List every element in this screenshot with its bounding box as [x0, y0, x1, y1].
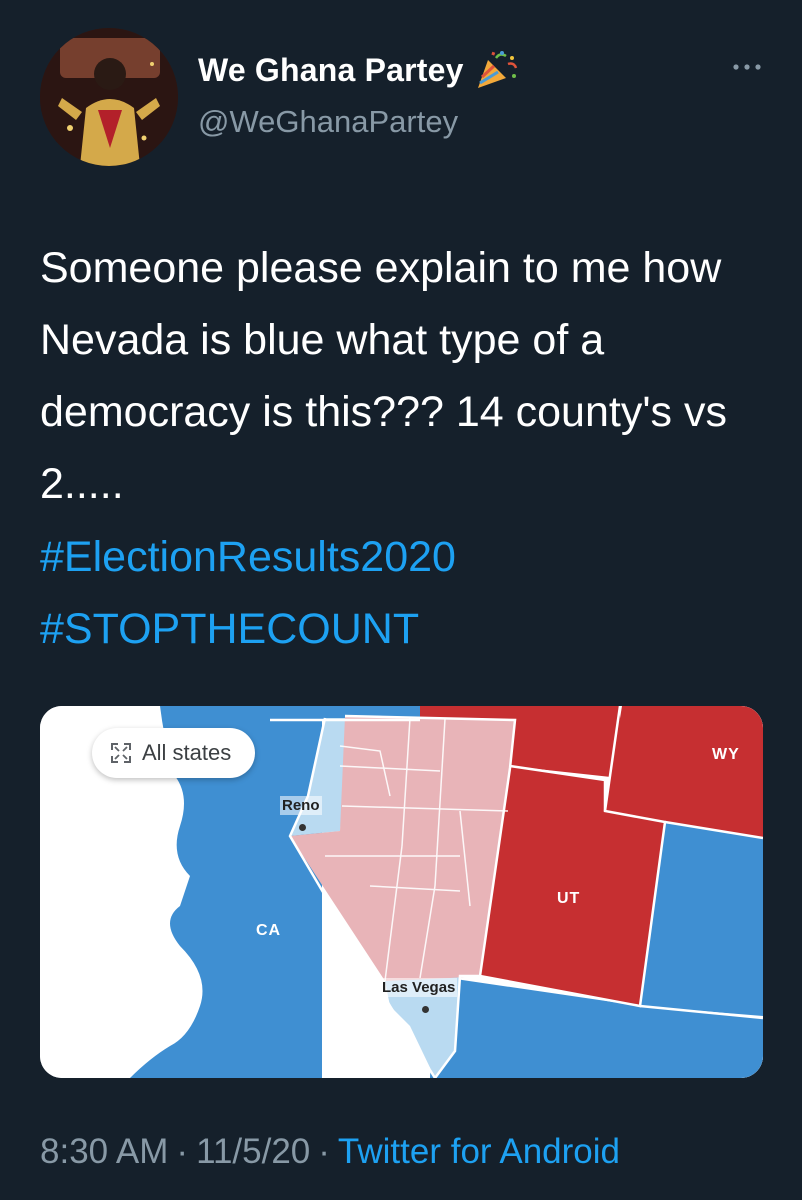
display-name[interactable]: We Ghana Partey [198, 52, 464, 89]
hashtag-link[interactable]: #ElectionResults2020 [40, 521, 456, 593]
las-vegas-dot [422, 1006, 429, 1013]
more-horizontal-icon[interactable] [732, 60, 762, 74]
user-handle[interactable]: @WeGhanaPartey [198, 104, 458, 140]
hashtag-link[interactable]: #STOPTHECOUNT [40, 593, 419, 665]
all-states-label: All states [142, 740, 232, 765]
meta-separator: · [318, 1132, 330, 1171]
tweet-time[interactable]: 8:30 AM [40, 1132, 168, 1171]
tweet-date[interactable]: 11/5/20 [196, 1132, 310, 1171]
tweet-text: Someone please explain to me how Nevada … [40, 244, 739, 508]
avatar[interactable] [40, 28, 178, 166]
expand-icon [110, 742, 132, 764]
city-label-las-vegas: Las Vegas [380, 978, 458, 997]
tweet-source-link[interactable]: Twitter for Android [338, 1132, 620, 1171]
tweet-meta: 8:30 AM · 11/5/20 · Twitter for Android [40, 1132, 620, 1172]
tweet-media-map[interactable]: All states WY UT CA Reno Las Vegas [40, 706, 763, 1078]
state-label-ca: CA [256, 922, 282, 939]
state-label-ut: UT [557, 890, 581, 907]
party-popper-icon [474, 50, 518, 90]
all-states-button[interactable]: All states [92, 728, 256, 778]
city-label-reno: Reno [280, 796, 322, 815]
reno-dot [299, 824, 306, 831]
avatar-image [40, 28, 178, 166]
meta-separator: · [176, 1132, 189, 1171]
state-label-wy: WY [712, 746, 740, 763]
user-name-row[interactable]: We Ghana Partey [198, 50, 518, 90]
